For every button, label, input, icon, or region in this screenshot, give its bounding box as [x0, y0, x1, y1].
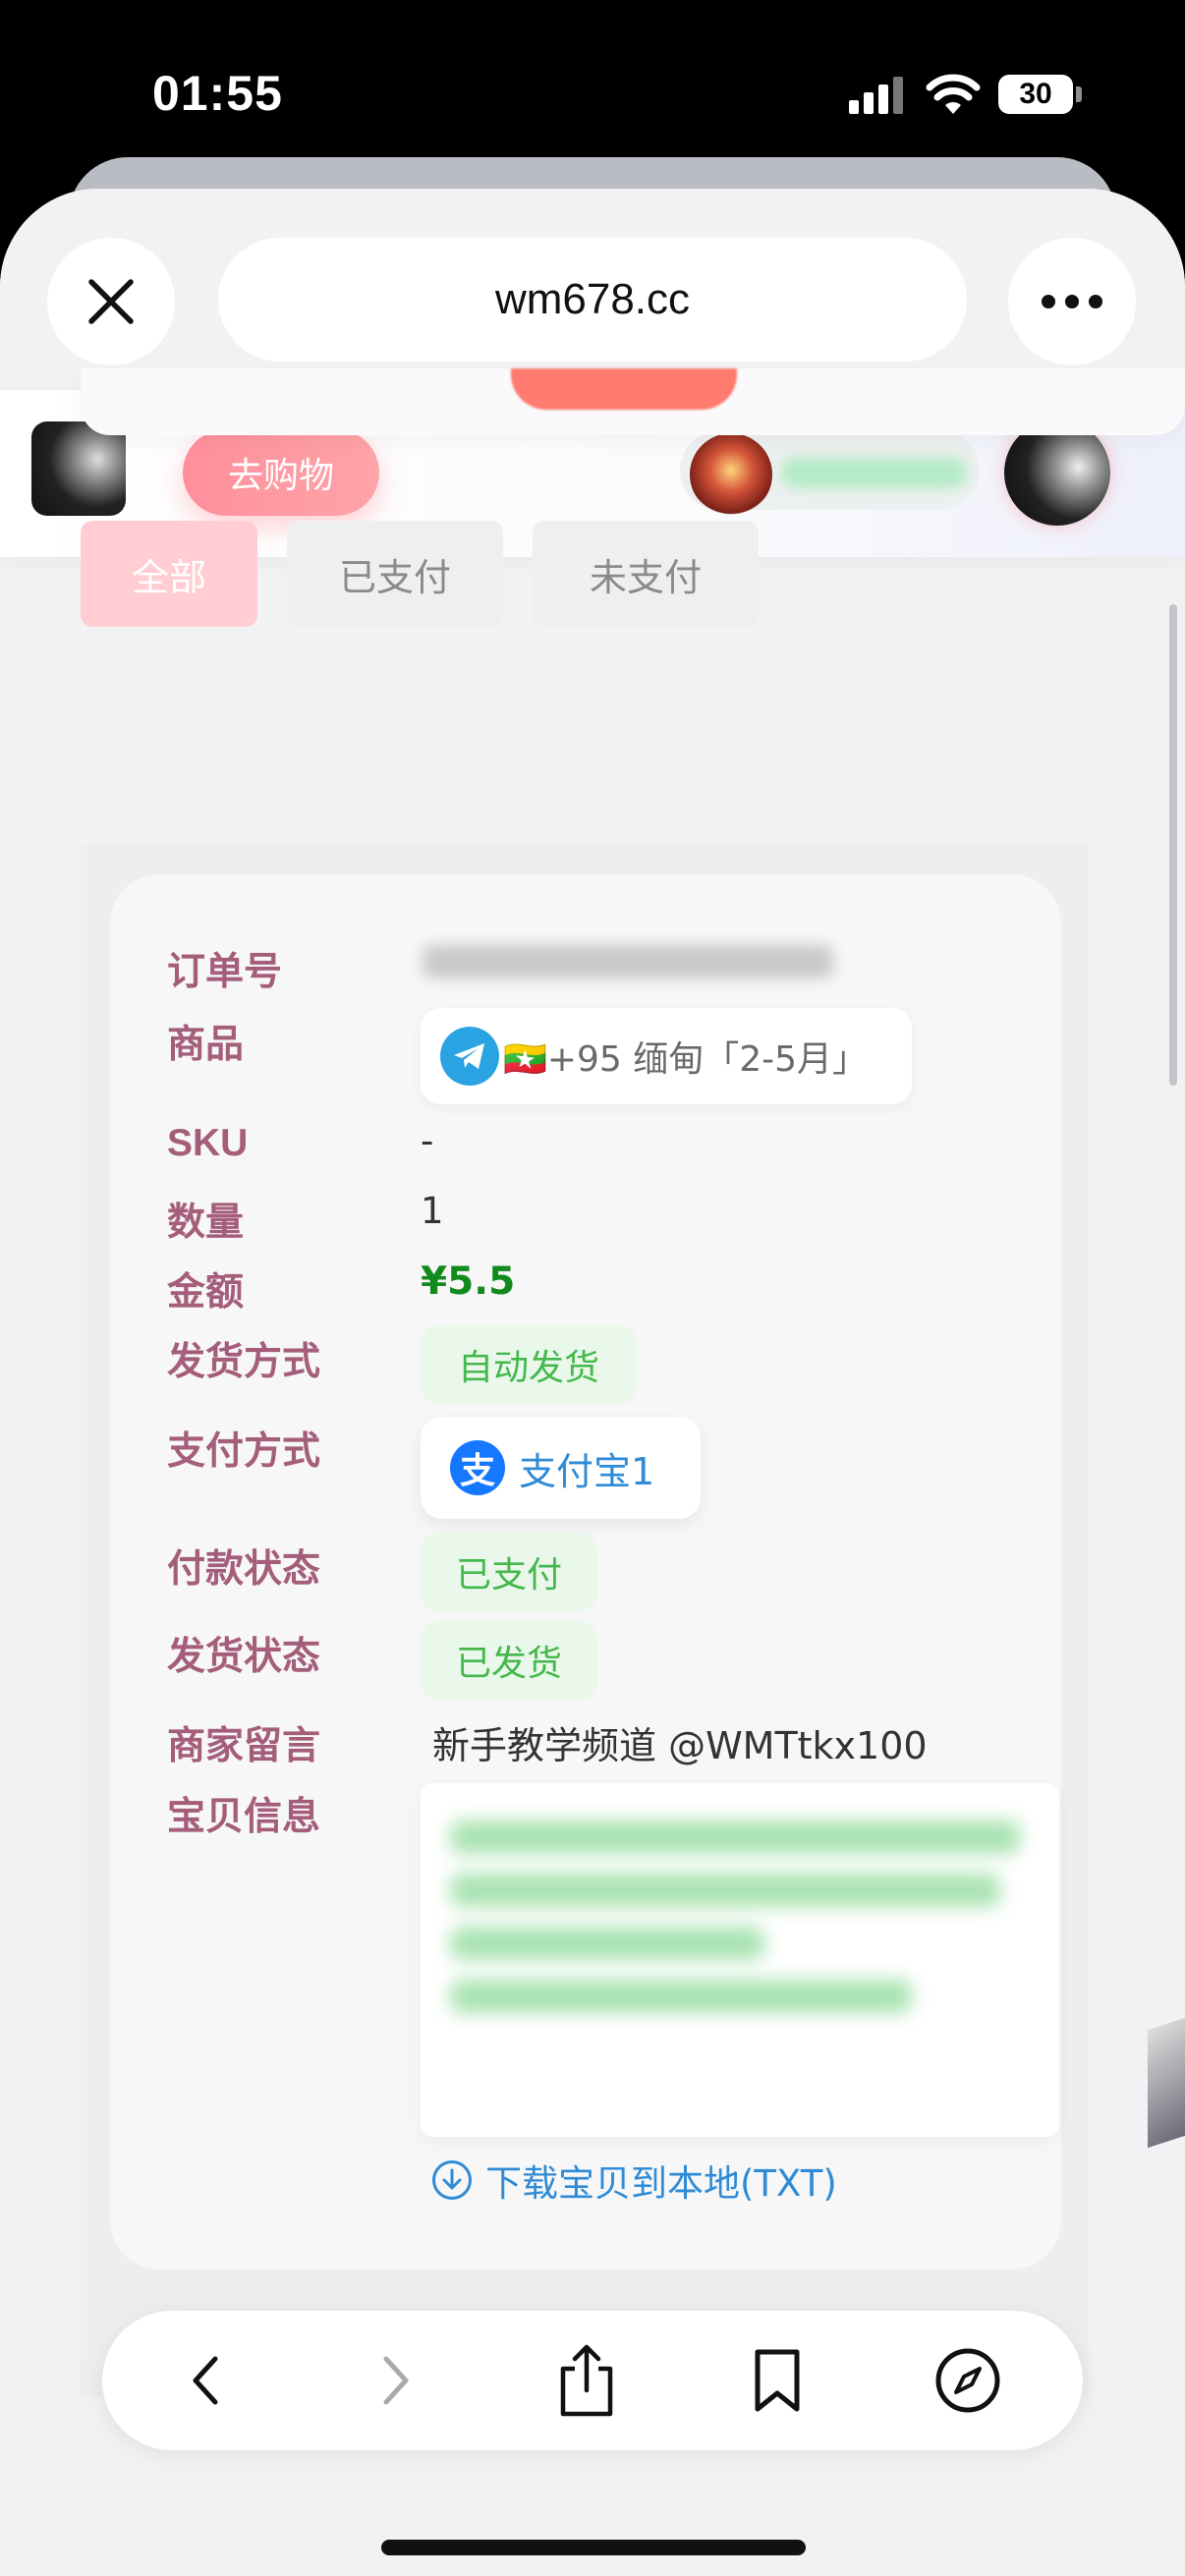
item-info-line-blurred [450, 1874, 1000, 1907]
forward-button[interactable] [362, 2346, 430, 2415]
download-icon [432, 2160, 472, 2200]
share-button[interactable] [552, 2344, 621, 2417]
wifi-icon [926, 74, 981, 114]
item-info-line-blurred [450, 1820, 1020, 1854]
user-avatar[interactable] [1004, 420, 1110, 526]
compass-icon [935, 2348, 1000, 2413]
label-item-info: 宝贝信息 [167, 1795, 321, 1839]
url-bar[interactable]: wm678.cc [218, 238, 967, 362]
product-chip[interactable]: 🇲🇲+95 缅甸「2-5月」 [421, 1008, 912, 1104]
label-delivery-method: 发货方式 [167, 1340, 321, 1384]
label-amount: 金额 [167, 1270, 245, 1315]
more-button[interactable] [1008, 238, 1136, 365]
bookmark-icon [755, 2349, 800, 2412]
label-delivery-status: 发货状态 [167, 1635, 321, 1679]
close-icon [88, 279, 134, 324]
back-button[interactable] [171, 2346, 240, 2415]
amount-value: ¥5.5 [421, 1260, 516, 1304]
label-payment-status: 付款状态 [167, 1547, 321, 1592]
tab-unpaid[interactable]: 未支付 [533, 521, 759, 627]
tab-all[interactable]: 全部 [81, 521, 257, 627]
more-icon [1042, 295, 1102, 308]
telegram-icon [440, 1027, 499, 1086]
decorative-graphic [1148, 2017, 1185, 2149]
merchant-note-value[interactable]: 新手教学频道 @WMTtkx100 [432, 1715, 928, 1769]
payment-method-value: 支付宝1 [519, 1449, 655, 1493]
browser-toolbar [102, 2311, 1083, 2450]
battery-cap [1076, 86, 1082, 102]
download-txt-link[interactable]: 下载宝贝到本地(TXT) [432, 2154, 837, 2207]
payment-method-chip: 支 支付宝1 [421, 1417, 701, 1519]
delivery-method-badge: 自动发货 [421, 1325, 637, 1404]
delivery-status-badge: 已发货 [421, 1621, 597, 1700]
share-icon [560, 2344, 613, 2417]
back-icon [193, 2356, 218, 2405]
username-blurred [781, 457, 968, 488]
label-merchant-note: 商家留言 [167, 1724, 321, 1768]
item-info-line-blurred [450, 1980, 912, 2013]
status-time: 01:55 [152, 66, 283, 121]
bookmarks-button[interactable] [743, 2346, 812, 2415]
download-link-label: 下载宝贝到本地(TXT) [485, 2162, 837, 2205]
rank-badge-icon [690, 433, 772, 516]
payment-status-badge: 已支付 [421, 1533, 597, 1611]
compass-button[interactable] [933, 2346, 1002, 2415]
label-sku: SKU [167, 1122, 249, 1164]
label-quantity: 数量 [167, 1201, 245, 1245]
label-order-no: 订单号 [167, 950, 283, 994]
quantity-value: 1 [421, 1190, 444, 1232]
summary-action-button[interactable] [511, 368, 737, 410]
status-bar: 01:55 30 [0, 0, 1185, 157]
home-indicator[interactable] [381, 2540, 806, 2555]
label-payment-method: 支付方式 [167, 1429, 321, 1474]
item-info-line-blurred [450, 1927, 764, 1960]
product-name: 🇲🇲+95 缅甸「2-5月」 [503, 1039, 869, 1080]
site-logo[interactable] [31, 421, 126, 516]
tab-paid[interactable]: 已支付 [287, 521, 503, 627]
scrollbar[interactable] [1169, 604, 1177, 1086]
browser-top-bar: wm678.cc [0, 189, 1185, 390]
alipay-icon: 支 [450, 1440, 505, 1495]
close-button[interactable] [47, 238, 175, 365]
sku-value: - [421, 1120, 434, 1162]
cellular-signal-icon [849, 77, 906, 114]
forward-icon [383, 2356, 409, 2405]
go-shopping-button[interactable]: 去购物 [183, 429, 379, 516]
label-product: 商品 [167, 1023, 245, 1067]
item-info-box[interactable] [421, 1783, 1059, 2137]
battery-icon: 30 [998, 75, 1073, 114]
order-number-blurred [423, 945, 833, 979]
